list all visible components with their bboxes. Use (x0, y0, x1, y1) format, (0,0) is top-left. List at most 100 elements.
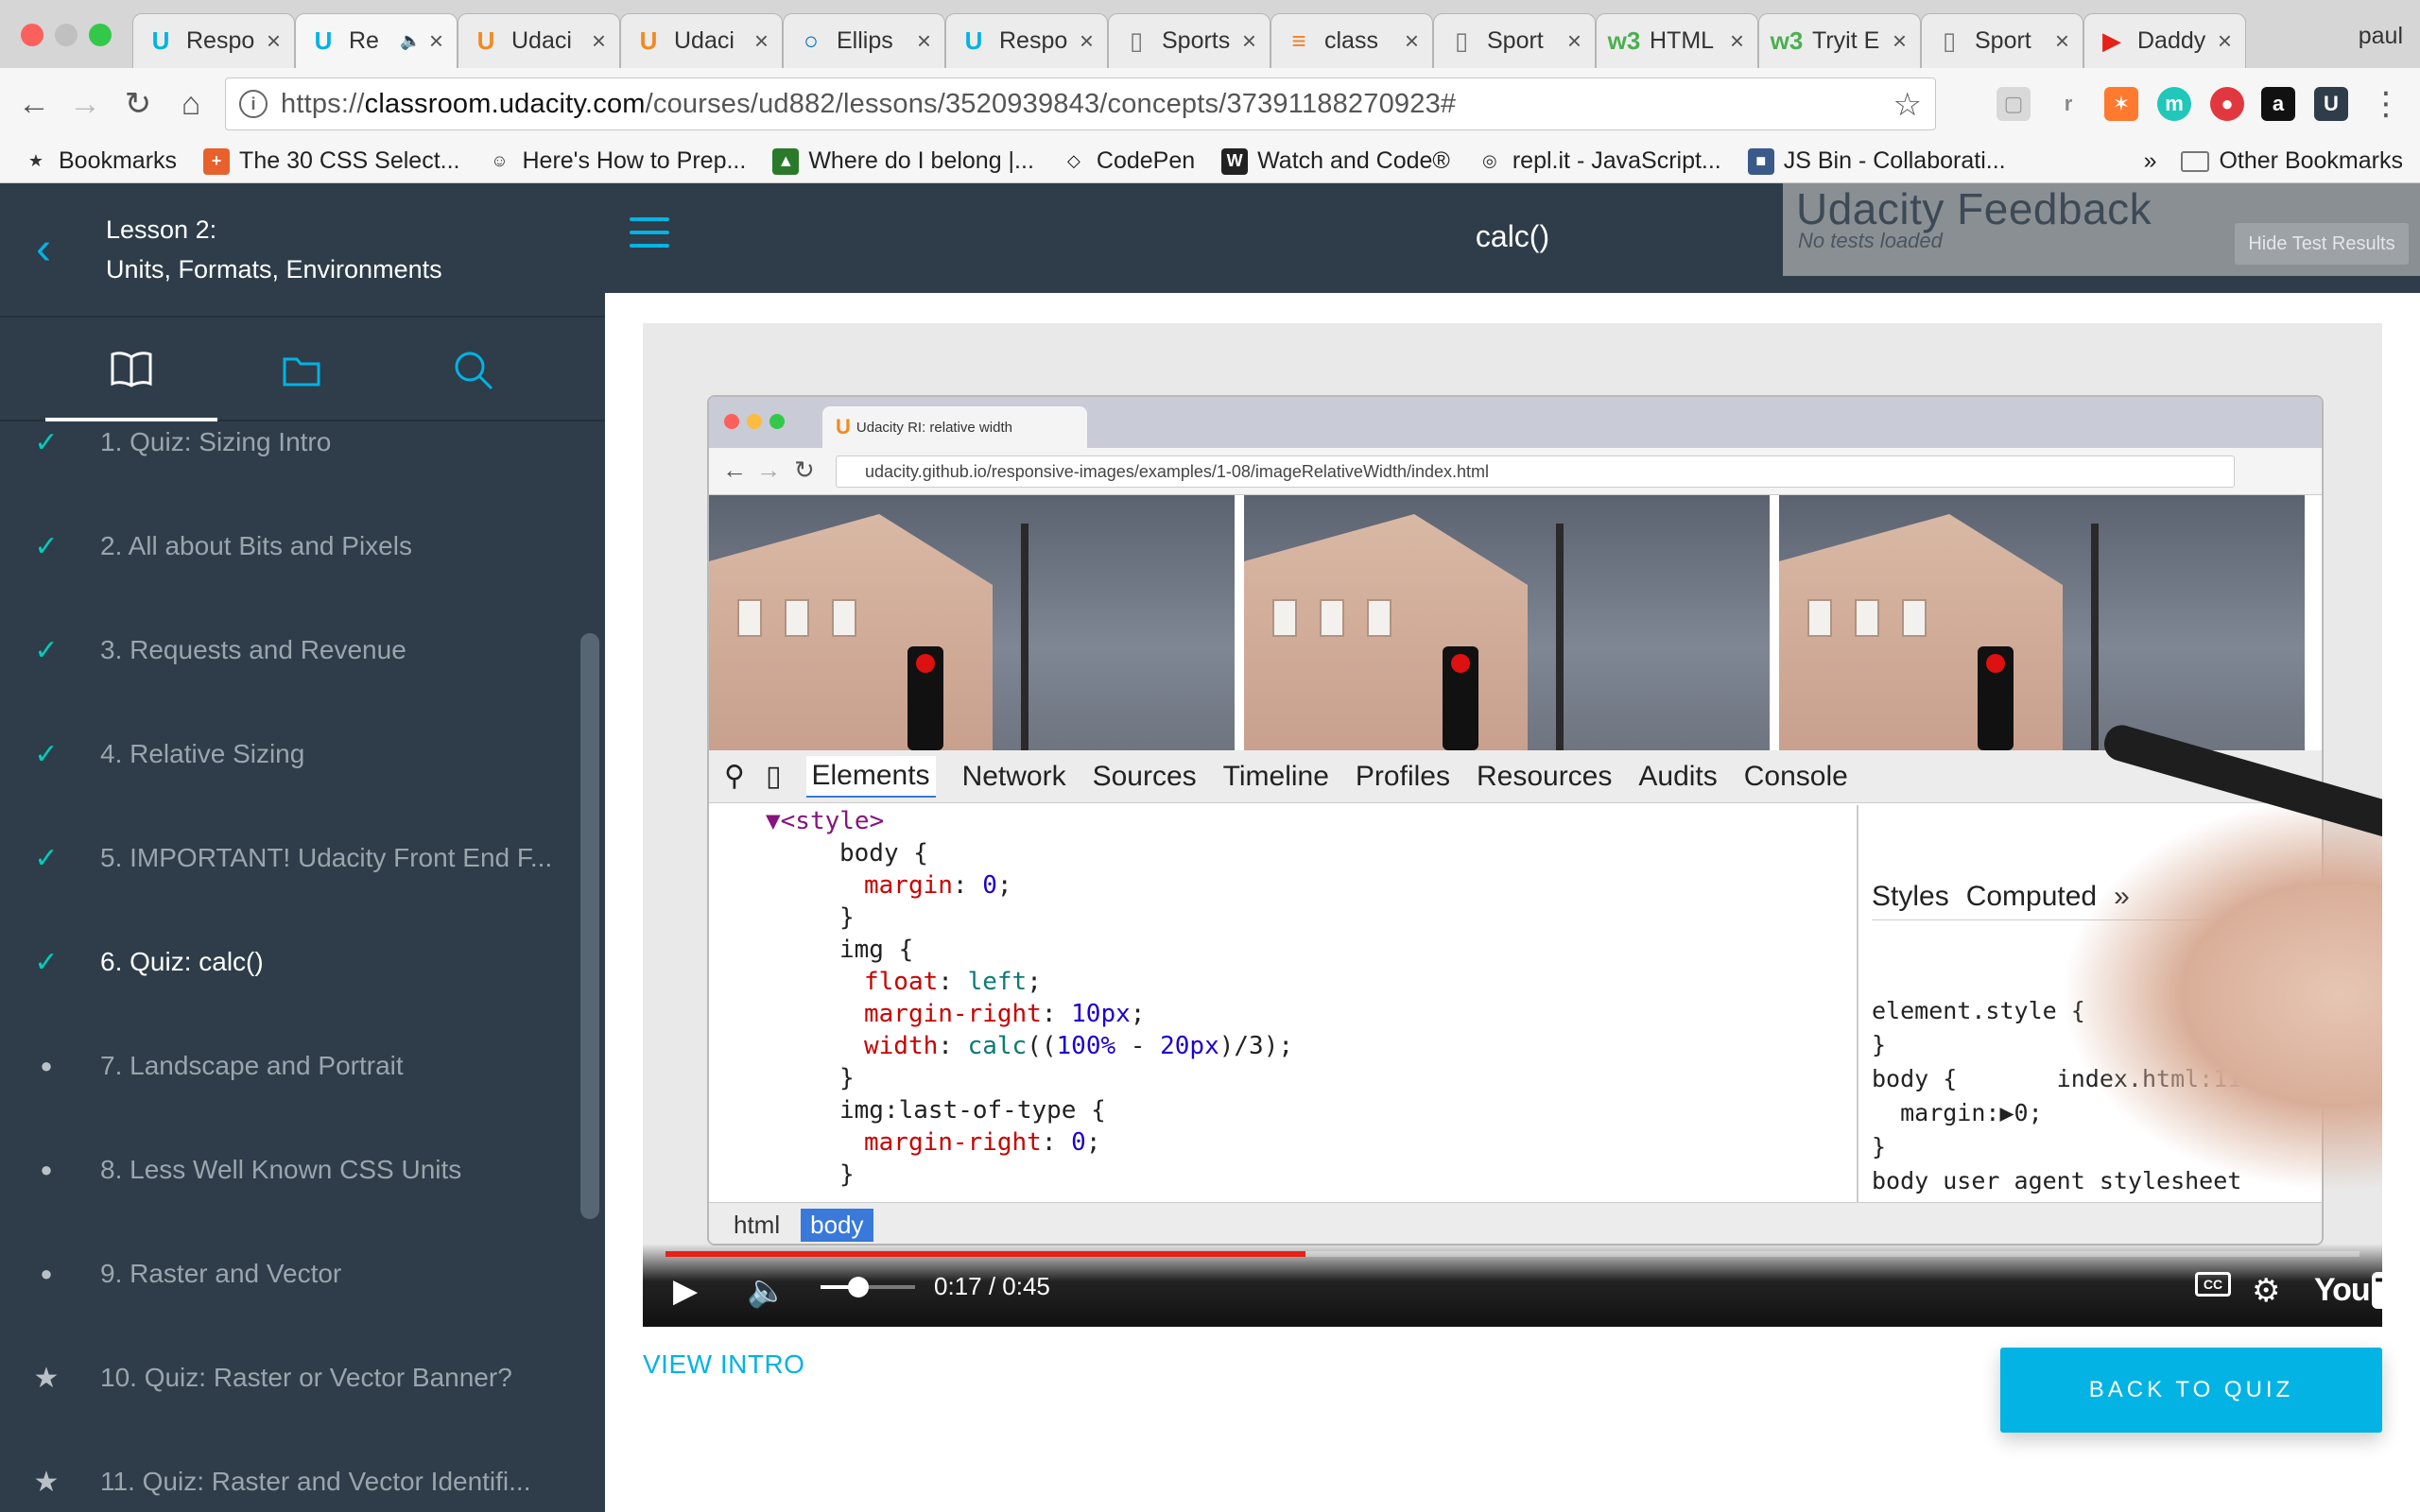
concept-item[interactable]: ✓ 6. Quiz: calc() (0, 910, 582, 1014)
extension-udacity-icon[interactable]: U (2314, 87, 2348, 121)
extension-r-icon[interactable]: r (2051, 87, 2085, 121)
tab-close-icon[interactable]: × (1730, 26, 1744, 56)
browser-tab[interactable]: U Respo × (945, 13, 1108, 68)
bookmark-item[interactable]: ◇ CodePen (1061, 147, 1195, 175)
bookmark-star-icon[interactable]: ☆ (1893, 86, 1922, 124)
bookmark-item[interactable]: ■ JS Bin - Collaborati... (1747, 147, 2006, 175)
concept-item[interactable]: ✓ 2. All about Bits and Pixels (0, 494, 582, 598)
concept-label: 7. Landscape and Portrait (100, 1051, 404, 1080)
profile-name[interactable]: paul (2359, 23, 2403, 50)
home-icon[interactable]: ⌂ (170, 83, 212, 125)
bookmark-item[interactable]: ★ Bookmarks (23, 147, 177, 175)
tab-close-icon[interactable]: × (1405, 26, 1419, 56)
view-intro-link[interactable]: VIEW INTRO (643, 1349, 804, 1380)
sidebar-scrollbar[interactable] (580, 633, 599, 1219)
concept-item[interactable]: ✓ 4. Relative Sizing (0, 702, 582, 806)
back-to-quiz-button[interactable]: BACK TO QUIZ (2000, 1348, 2382, 1433)
forward-arrow-icon[interactable]: → (64, 83, 106, 125)
browser-tab[interactable]: U Udaci × (458, 13, 620, 68)
stackoverflow-icon: ≡ (1291, 26, 1306, 55)
devtools-tab: Profiles (1355, 760, 1450, 792)
volume-slider[interactable] (821, 1277, 915, 1297)
address-url[interactable]: https://classroom.udacity.com/courses/ud… (281, 89, 1456, 120)
bookmark-item[interactable]: ◎ repl.it - JavaScript... (1477, 147, 1721, 175)
browser-tab[interactable]: U Re 🔈 × (295, 13, 458, 68)
extension-m-icon[interactable]: m (2157, 87, 2191, 121)
captions-button[interactable]: CC (2195, 1272, 2231, 1297)
video-frame[interactable]: U Udacity RI: relative width ← → ↻ udacit… (643, 323, 2382, 1327)
browser-tab[interactable]: ▶ Daddy × (2083, 13, 2246, 68)
concept-item[interactable]: ★ 11. Quiz: Raster and Vector Identifi... (0, 1430, 582, 1512)
extension-cube-icon[interactable]: ▢ (1996, 87, 2031, 121)
hide-test-results-button[interactable]: Hide Test Results (2235, 223, 2409, 265)
bookmark-item[interactable]: ☺ Here's How to Prep... (487, 147, 746, 175)
extension-hubspot-icon[interactable]: ✶ (2104, 87, 2138, 121)
concept-label: 4. Relative Sizing (100, 739, 305, 768)
tab-title: Ellips (837, 27, 893, 54)
tab-close-icon[interactable]: × (1242, 26, 1256, 56)
star-icon: ★ (33, 1466, 60, 1498)
play-icon[interactable]: ▶ (673, 1272, 698, 1310)
browser-tab[interactable]: w3 HTML × (1596, 13, 1758, 68)
tab-close-icon[interactable]: × (1567, 26, 1582, 56)
concept-item[interactable]: ● 8. Less Well Known CSS Units (0, 1118, 582, 1222)
concept-item[interactable]: ● 9. Raster and Vector (0, 1222, 582, 1326)
bookmark-item[interactable]: W Watch and Code® (1221, 147, 1450, 175)
video-progress-bar[interactable] (666, 1251, 2360, 1257)
tab-title: Respo (186, 27, 255, 54)
browser-tab[interactable]: ▯ Sport × (1921, 13, 2083, 68)
volume-knob[interactable] (848, 1277, 869, 1297)
bookmarks-overflow-icon[interactable]: » (2144, 147, 2157, 175)
info-icon[interactable]: i (239, 90, 268, 118)
chrome-menu-icon[interactable]: ⋮ (2365, 83, 2407, 125)
concept-item[interactable]: ✓ 1. Quiz: Sizing Intro (0, 390, 582, 494)
tab-close-icon[interactable]: × (917, 26, 931, 56)
speaker-icon[interactable]: 🔈 (400, 31, 421, 51)
bookmark-item[interactable]: + The 30 CSS Select... (203, 147, 460, 175)
reload-icon[interactable]: ↻ (117, 83, 159, 125)
close-window-button[interactable] (21, 24, 43, 46)
code-token: : (1041, 1000, 1072, 1028)
extension-tomato-icon[interactable]: ● (2210, 87, 2244, 121)
volume-icon[interactable]: 🔈 (747, 1272, 786, 1310)
code-line: width: calc((100% - 20px)/3); (766, 1030, 1849, 1062)
code-line: } (766, 1159, 1849, 1191)
maximize-window-button[interactable] (89, 24, 112, 46)
browser-tab[interactable]: U Respo × (132, 13, 295, 68)
code-token: (( (1027, 1032, 1057, 1060)
tab-close-icon[interactable]: × (267, 26, 281, 56)
address-bar[interactable]: i https://classroom.udacity.com/courses/… (225, 77, 1936, 130)
concept-item[interactable]: ● 7. Landscape and Portrait (0, 1014, 582, 1118)
tab-close-icon[interactable]: × (754, 26, 769, 56)
browser-tab[interactable]: ○ Ellips × (783, 13, 945, 68)
code-token: img:last-of-type { (839, 1096, 1106, 1125)
video-player[interactable]: U Udacity RI: relative width ← → ↻ udacit… (643, 323, 2382, 1327)
browser-tab[interactable]: w3 Tryit E × (1758, 13, 1921, 68)
back-arrow-icon[interactable]: ← (13, 83, 55, 125)
code-line: margin-right: 10px; (766, 998, 1849, 1030)
browser-tab[interactable]: ▯ Sport × (1433, 13, 1596, 68)
minimize-window-button[interactable] (55, 24, 78, 46)
browser-tab[interactable]: ▯ Sports × (1108, 13, 1270, 68)
tab-close-icon[interactable]: × (2218, 26, 2232, 56)
tab-strip: U Respo × U Re 🔈 × U Udaci × U Udaci × ○ Ellips × U Respo… (132, 13, 2246, 68)
udacity-icon: U (964, 26, 983, 55)
tab-close-icon[interactable]: × (1893, 26, 1907, 56)
concept-item[interactable]: ★ 10. Quiz: Raster or Vector Banner? (0, 1326, 582, 1430)
settings-gear-icon[interactable]: ⚙ (2252, 1272, 2280, 1310)
browser-tab[interactable]: ≡ class × (1270, 13, 1433, 68)
concept-item[interactable]: ✓ 3. Requests and Revenue (0, 598, 582, 702)
devtools-code: ▼<style> body {margin: 0;} img {float: lef… (709, 805, 1849, 1202)
tab-close-icon[interactable]: × (592, 26, 606, 56)
tab-close-icon[interactable]: × (1080, 26, 1094, 56)
extension-amazon-icon[interactable]: a (2261, 87, 2295, 121)
other-bookmarks[interactable]: » Other Bookmarks (2144, 147, 2403, 175)
browser-tab[interactable]: U Udaci × (620, 13, 783, 68)
tab-close-icon[interactable]: × (429, 26, 443, 56)
chevron-left-icon[interactable]: ‹ (36, 223, 51, 275)
code-token: 10px (1071, 1000, 1131, 1028)
bookmark-item[interactable]: ▲ Where do I belong |... (772, 147, 1034, 175)
concept-item[interactable]: ✓ 5. IMPORTANT! Udacity Front End F... (0, 806, 582, 910)
youtube-logo[interactable]: YouTube (2314, 1272, 2382, 1309)
tab-close-icon[interactable]: × (2055, 26, 2069, 56)
